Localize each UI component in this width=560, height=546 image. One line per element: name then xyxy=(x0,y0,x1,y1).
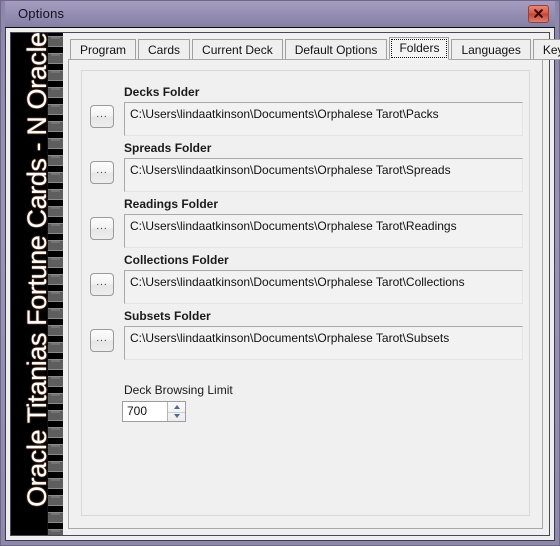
folders-tab-panel: Decks Folder ... C:\Users\lindaatkinson\… xyxy=(68,59,543,529)
browse-button-readings[interactable]: ... xyxy=(90,217,114,240)
client-area: Oracle Titanias Fortune Cards - N Oracle… xyxy=(5,28,560,541)
client-panel: Oracle Titanias Fortune Cards - N Oracle… xyxy=(10,32,560,536)
path-field-decks[interactable]: C:\Users\lindaatkinson\Documents\Orphale… xyxy=(124,102,523,136)
folder-label-collections: Collections Folder xyxy=(124,253,229,267)
close-icon xyxy=(534,9,543,18)
tab-default-options[interactable]: Default Options xyxy=(284,39,388,60)
side-banner: Oracle Titanias Fortune Cards - N Oracle xyxy=(11,33,63,535)
folder-label-readings: Readings Folder xyxy=(124,197,219,211)
stepper-buttons xyxy=(167,402,185,421)
tab-folders[interactable]: Folders xyxy=(389,37,450,60)
path-field-collections[interactable]: C:\Users\lindaatkinson\Documents\Orphale… xyxy=(124,270,523,304)
tab-cards[interactable]: Cards xyxy=(138,39,191,60)
folders-group: Decks Folder ... C:\Users\lindaatkinson\… xyxy=(81,70,530,516)
tab-strip: Program Cards Current Deck Default Optio… xyxy=(70,36,560,60)
deck-browsing-limit-label: Deck Browsing Limit xyxy=(124,383,233,397)
window-inner: Options Oracle Titanias Fortune Cards - … xyxy=(5,1,560,541)
tab-current-deck[interactable]: Current Deck xyxy=(192,39,283,60)
tab-program[interactable]: Program xyxy=(70,39,137,60)
deck-browsing-limit-stepper[interactable]: 700 xyxy=(122,401,186,422)
browse-button-collections[interactable]: ... xyxy=(90,273,114,296)
title-bar[interactable]: Options xyxy=(5,1,555,28)
path-value-subsets: C:\Users\lindaatkinson\Documents\Orphale… xyxy=(130,331,450,345)
folder-label-subsets: Subsets Folder xyxy=(124,309,211,323)
path-value-collections: C:\Users\lindaatkinson\Documents\Orphale… xyxy=(130,275,465,289)
tabs-area: Program Cards Current Deck Default Optio… xyxy=(63,33,560,535)
stepper-down-icon[interactable] xyxy=(168,412,185,422)
tab-keys[interactable]: Keys xyxy=(532,39,560,60)
folder-label-decks: Decks Folder xyxy=(124,85,200,99)
browse-button-spreads[interactable]: ... xyxy=(90,161,114,184)
tab-languages[interactable]: Languages xyxy=(451,39,531,60)
deck-browsing-limit-value: 700 xyxy=(127,404,148,418)
browse-button-decks[interactable]: ... xyxy=(90,105,114,128)
options-window: Options Oracle Titanias Fortune Cards - … xyxy=(0,0,560,546)
close-button[interactable] xyxy=(528,5,549,23)
path-field-spreads[interactable]: C:\Users\lindaatkinson\Documents\Orphale… xyxy=(124,158,523,192)
path-value-spreads: C:\Users\lindaatkinson\Documents\Orphale… xyxy=(130,163,451,177)
browse-button-subsets[interactable]: ... xyxy=(90,329,114,352)
window-title: Options xyxy=(18,6,65,21)
path-value-readings: C:\Users\lindaatkinson\Documents\Orphale… xyxy=(130,219,457,233)
path-value-decks: C:\Users\lindaatkinson\Documents\Orphale… xyxy=(130,107,439,121)
filmstrip-decoration xyxy=(47,33,63,535)
path-field-subsets[interactable]: C:\Users\lindaatkinson\Documents\Orphale… xyxy=(124,326,523,360)
path-field-readings[interactable]: C:\Users\lindaatkinson\Documents\Orphale… xyxy=(124,214,523,248)
folder-label-spreads: Spreads Folder xyxy=(124,141,212,155)
